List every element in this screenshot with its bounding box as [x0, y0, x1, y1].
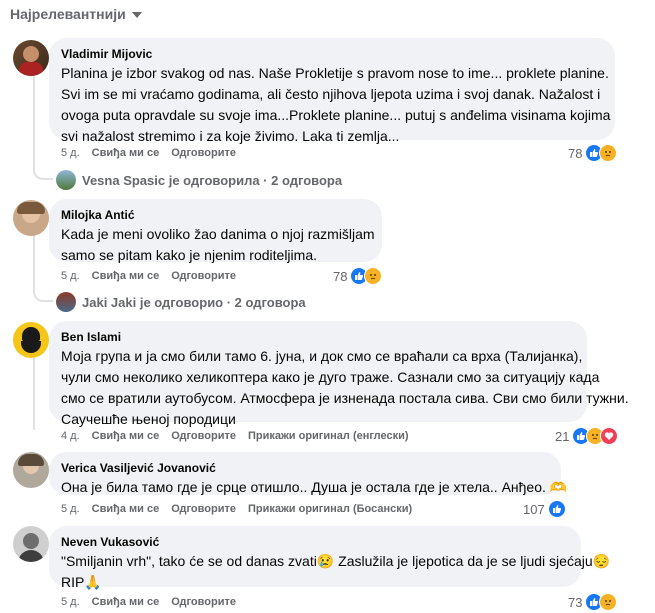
- avatar: [56, 292, 76, 312]
- reply-button[interactable]: Одговорите: [171, 270, 236, 282]
- like-button[interactable]: Свиђа ми се: [92, 270, 160, 282]
- comment-time[interactable]: 5 д.: [61, 147, 80, 159]
- reply-connector: [33, 282, 53, 302]
- comment-actions: 4 д. Свиђа ми се Одговорите Прикажи ориг…: [61, 430, 409, 442]
- comment-line: "Smiljanin vrh", tako će se od danas zva…: [61, 553, 611, 569]
- reaction-count: 107: [523, 501, 545, 517]
- comment-time[interactable]: 5 д.: [61, 270, 80, 282]
- thread-line: [33, 68, 35, 160]
- sad-reaction-icon: [599, 144, 618, 162]
- comment-line: чули смо неколико хеликоптера како је ду…: [61, 369, 600, 385]
- sort-label: Најрелевантнији: [10, 6, 126, 22]
- like-button[interactable]: Свиђа ми се: [92, 503, 160, 515]
- comment-author[interactable]: Verica Vasiljević Jovanović: [61, 460, 549, 476]
- reaction-count: 78: [333, 268, 348, 284]
- replies-link[interactable]: Jaki Jaki је одговорио · 2 одговора: [56, 292, 306, 312]
- comment-bubble: Milojka Antić Kada je meni ovoliko žao d…: [49, 199, 382, 263]
- show-original-button[interactable]: Прикажи оригинал (енглески): [248, 430, 409, 442]
- comment-time[interactable]: 5 д.: [61, 596, 80, 608]
- thread-line: [33, 350, 35, 430]
- sad-reaction-icon: [364, 267, 383, 285]
- reaction-summary[interactable]: 73: [568, 593, 618, 611]
- reply-button[interactable]: Одговорите: [171, 430, 236, 442]
- comment-line: RIP🙏: [61, 574, 102, 590]
- comment-author[interactable]: Milojka Antić: [61, 207, 370, 223]
- comment-bubble: Verica Vasiljević Jovanović Она је била …: [49, 452, 568, 495]
- comment-author[interactable]: Vladimir Mijovic: [61, 46, 603, 62]
- reaction-summary[interactable]: 78: [568, 144, 618, 162]
- avatar[interactable]: [13, 452, 49, 488]
- comment-actions: 5 д. Свиђа ми се Одговорите: [61, 147, 236, 159]
- reply-button[interactable]: Одговорите: [171, 503, 236, 515]
- like-button[interactable]: Свиђа ми се: [92, 430, 160, 442]
- replies-link[interactable]: Vesna Spasic је одговорила · 2 одговора: [56, 170, 342, 190]
- comment-line: Моја група и ја смо били тамо 6. јуна, и…: [61, 348, 583, 364]
- avatar: [56, 170, 76, 190]
- reply-connector: [33, 160, 53, 180]
- comment-actions: 5 д. Свиђа ми се Одговорите Прикажи ориг…: [61, 503, 412, 515]
- comment-time[interactable]: 5 д.: [61, 503, 80, 515]
- avatar[interactable]: [13, 200, 49, 236]
- comment-bubble: Ben Islami Моја група и ја смо били тамо…: [49, 321, 629, 427]
- comment-actions: 5 д. Свиђа ми се Одговорите: [61, 596, 236, 608]
- comment-line: смо се вратили аутобусом. Атмосфера је и…: [61, 390, 629, 406]
- reaction-summary[interactable]: 21: [555, 427, 619, 445]
- sad-reaction-icon: [599, 593, 618, 611]
- avatar[interactable]: [13, 322, 49, 358]
- reply-button[interactable]: Одговорите: [171, 596, 236, 608]
- comment-line: samo se pitam kako je njenim roditeljima…: [61, 247, 317, 263]
- comment-line: Svi im se mi vraćamo godinama, ali često…: [61, 86, 601, 102]
- love-reaction-icon: [600, 427, 619, 445]
- reaction-count: 78: [568, 145, 583, 161]
- reaction-summary[interactable]: 78: [333, 267, 383, 285]
- comment-line: ovoga puta opravdale su svoje ima...Prok…: [61, 107, 611, 123]
- comment-line: Planina je izbor svakog od nas. Naše Pro…: [61, 65, 609, 81]
- comment-time[interactable]: 4 д.: [61, 430, 80, 442]
- comment-author[interactable]: Neven Vukasović: [61, 534, 569, 550]
- reply-button[interactable]: Одговорите: [171, 147, 236, 159]
- comment-line: svi nažalost stremimo i za koje živimo. …: [61, 128, 400, 144]
- comment-bubble: Vladimir Mijovic Planina je izbor svakog…: [49, 38, 615, 144]
- show-original-button[interactable]: Прикажи оригинал (Босански): [248, 503, 412, 515]
- comment-line: Kada je meni ovoliko žao danima o njoj r…: [61, 226, 375, 242]
- reaction-count: 21: [555, 428, 570, 444]
- comment-author[interactable]: Ben Islami: [61, 329, 575, 345]
- chevron-down-icon: [131, 12, 142, 18]
- comment-line: Она је била тамо где је срце отишло.. Ду…: [61, 479, 568, 495]
- comment-bubble: Neven Vukasović "Smiljanin vrh", tako će…: [49, 526, 611, 590]
- replies-text: Vesna Spasic је одговорила · 2 одговора: [82, 172, 343, 188]
- like-reaction-icon: [547, 500, 566, 518]
- reaction-count: 73: [568, 594, 583, 610]
- like-button[interactable]: Свиђа ми се: [92, 147, 160, 159]
- like-button[interactable]: Свиђа ми се: [92, 596, 160, 608]
- sort-dropdown[interactable]: Најрелевантнији: [10, 6, 142, 22]
- avatar[interactable]: [13, 40, 49, 76]
- avatar[interactable]: [13, 526, 49, 562]
- reaction-summary[interactable]: 107: [523, 500, 566, 518]
- comment-actions: 5 д. Свиђа ми се Одговорите: [61, 270, 236, 282]
- replies-text: Jaki Jaki је одговорио · 2 одговора: [82, 294, 306, 310]
- comment-line: Саучешће њеној породици: [61, 411, 236, 427]
- thread-line: [33, 228, 35, 282]
